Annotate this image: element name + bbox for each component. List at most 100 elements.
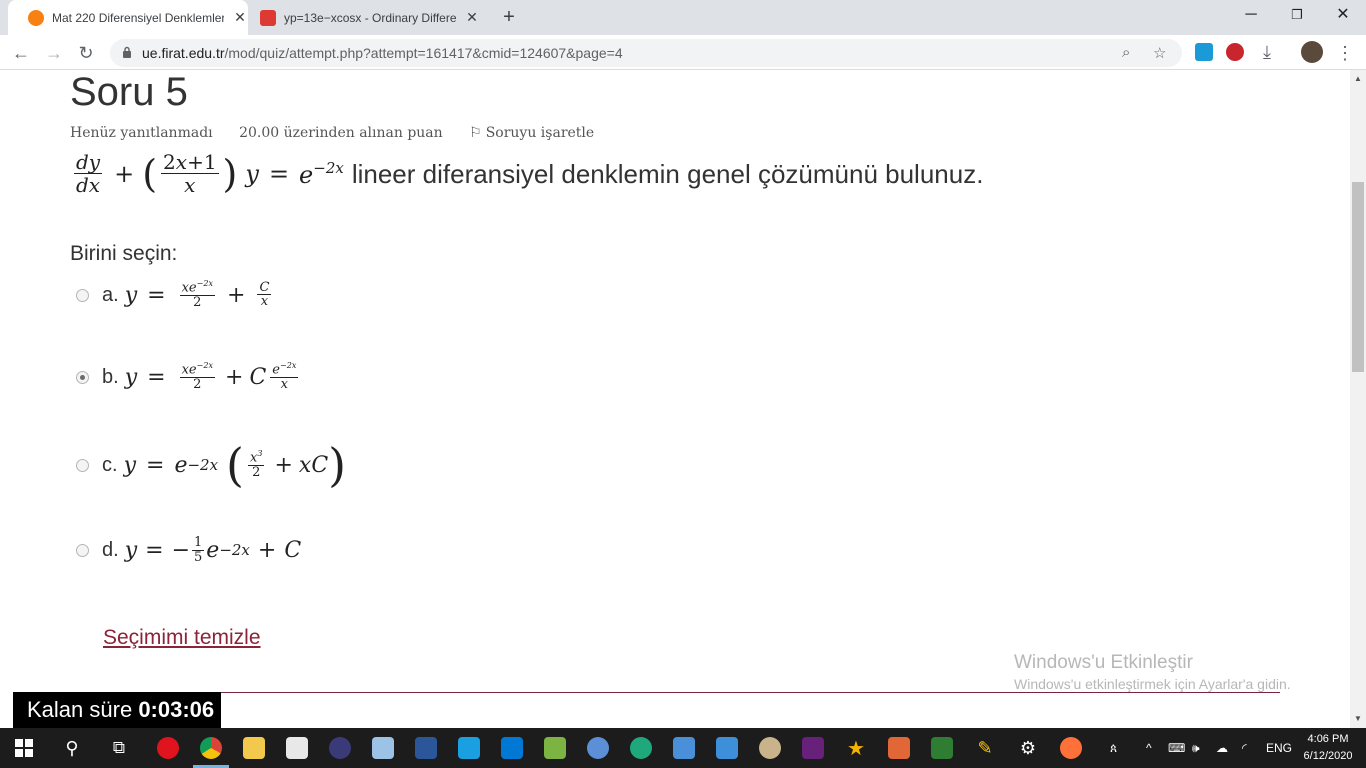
clock-date: 6/12/2020 xyxy=(1303,750,1353,762)
page-content: Soru 5 Henüz yanıtlanmadı 20.00 üzerinde… xyxy=(0,70,1350,728)
task-view-icon[interactable]: ⧉ xyxy=(105,734,133,762)
activation-watermark-title: Windows'u Etkinleştir xyxy=(1014,652,1193,673)
close-tab-icon[interactable]: ✕ xyxy=(464,9,480,26)
windows-start-icon[interactable] xyxy=(10,734,38,762)
option-d[interactable]: d. y = − 15 e −2x + C xyxy=(76,536,301,565)
option-label: d. xyxy=(102,538,119,561)
question-text: dy dx + ( 2x+1 x ) y = e−2x lineer diferan… xyxy=(70,146,983,202)
divider xyxy=(220,692,1280,693)
radio-d[interactable] xyxy=(76,543,89,557)
clear-selection-link[interactable]: Seçimimi temizle xyxy=(103,626,261,650)
symbolab-icon xyxy=(260,9,276,26)
question-number: Soru 5 xyxy=(70,70,188,114)
question-points: 20.00 üzerinden alınan puan xyxy=(239,125,443,141)
question-info: Henüz yanıtlanmadı 20.00 üzerinden alına… xyxy=(70,125,638,141)
matlab-icon[interactable] xyxy=(885,734,913,762)
question-equation: dy dx + ( 2x+1 x ) y = e−2x xyxy=(74,150,344,197)
chrome-icon[interactable] xyxy=(197,734,225,762)
flag-question-link[interactable]: ⚐ Soruyu işaretle xyxy=(469,125,616,141)
tab-symbolab[interactable]: yp=13e−xcosx - Ordinary Differe ✕ xyxy=(240,0,490,35)
app-cube-icon[interactable] xyxy=(369,734,397,762)
flag-icon: ⚐ xyxy=(469,125,482,141)
eclipse-icon[interactable] xyxy=(326,734,354,762)
option-a-formula: y = xe−2x 2 + Cx xyxy=(124,279,272,310)
file-explorer-icon[interactable] xyxy=(240,734,268,762)
close-window-icon[interactable]: ✕ xyxy=(1320,0,1366,32)
question-description: lineer diferansiyel denklemin genel çözü… xyxy=(351,158,984,189)
star-icon[interactable]: ★ xyxy=(842,734,870,762)
firefox-icon[interactable] xyxy=(1057,734,1085,762)
tab-moodle[interactable]: Mat 220 Diferensiyel Denklemler ✕ xyxy=(8,0,248,35)
browser-toolbar: ← → ↻ ue.firat.edu.tr/mod/quiz/attempt.p… xyxy=(0,35,1366,70)
system-clock[interactable]: 4:06 PM 6/12/2020 xyxy=(1296,731,1360,765)
question-status: Henüz yanıtlanmadı xyxy=(70,125,213,141)
option-b[interactable]: b. y = xe−2x 2 + C e−2x x xyxy=(76,361,302,392)
people-icon[interactable]: ጰ xyxy=(1110,728,1117,768)
option-d-formula: y = − 15 e −2x + C xyxy=(124,535,302,565)
input-language[interactable]: ENG xyxy=(1266,728,1292,768)
tab-title: Mat 220 Diferensiyel Denklemler xyxy=(52,10,224,25)
option-label: c. xyxy=(102,453,118,476)
option-b-formula: y = xe−2x 2 + C e−2x x xyxy=(124,361,299,392)
radio-a[interactable] xyxy=(76,288,89,302)
volume-icon[interactable]: 🕪 xyxy=(1192,728,1200,768)
timer-value: 0:03:06 xyxy=(138,697,215,722)
onedrive-cloud-icon[interactable]: ☁ xyxy=(1216,728,1228,768)
app-icon[interactable] xyxy=(455,734,483,762)
search-icon[interactable]: ⚲ xyxy=(58,734,86,762)
chevron-up-icon[interactable]: ^ xyxy=(1146,728,1152,768)
extension-icon[interactable] xyxy=(1195,43,1213,61)
minimize-icon[interactable]: ─ xyxy=(1228,0,1274,32)
extension-icon[interactable] xyxy=(1226,43,1244,61)
scroll-up-icon[interactable]: ▲ xyxy=(1354,74,1362,83)
option-label: b. xyxy=(102,365,119,388)
taskbar: ⚲ ⧉ ★ ✎ ⚙ ጰ ^ ⌨ 🕪 ☁ ◜ ENG 4:06 PM 6/12/2… xyxy=(0,728,1366,768)
option-a[interactable]: a. y = xe−2x 2 + Cx xyxy=(76,279,275,310)
clock-time: 4:06 PM xyxy=(1307,733,1349,745)
app-icon[interactable] xyxy=(670,734,698,762)
activation-watermark-text: Windows'u etkinleştirmek için Ayarlar'a … xyxy=(1014,676,1291,692)
keyboard-icon[interactable]: ⌨ xyxy=(1168,728,1185,768)
timer-label: Kalan süre xyxy=(27,697,133,722)
new-tab-button[interactable]: + xyxy=(498,7,520,29)
download-icon[interactable]: ⤓ xyxy=(1254,39,1280,65)
paint-icon[interactable] xyxy=(756,734,784,762)
reload-icon[interactable]: ↻ xyxy=(73,40,99,66)
tab-strip: Mat 220 Diferensiyel Denklemler ✕ yp=13e… xyxy=(0,0,1366,35)
avatar[interactable] xyxy=(1301,41,1323,63)
opera-icon[interactable] xyxy=(154,734,182,762)
moodle-icon xyxy=(28,9,44,26)
photos-icon[interactable] xyxy=(283,734,311,762)
page-scrollbar[interactable]: ▲ ▼ xyxy=(1350,70,1366,728)
bookmark-star-icon[interactable]: ☆ xyxy=(1153,44,1166,62)
back-icon[interactable]: ← xyxy=(8,40,34,66)
tab-title: yp=13e−xcosx - Ordinary Differe xyxy=(284,10,456,25)
camtasia-icon[interactable] xyxy=(928,734,956,762)
word-icon[interactable] xyxy=(412,734,440,762)
option-c-formula: y = e −2x ( x3 2 + xC ) xyxy=(123,438,347,492)
url-text: ue.firat.edu.tr/mod/quiz/attempt.php?att… xyxy=(142,45,623,61)
address-bar[interactable]: ue.firat.edu.tr/mod/quiz/attempt.php?att… xyxy=(110,39,1182,67)
menu-icon[interactable]: ⋮ xyxy=(1332,40,1358,66)
visual-studio-icon[interactable] xyxy=(799,734,827,762)
answer-prompt: Birini seçin: xyxy=(70,242,178,265)
scroll-down-icon[interactable]: ▼ xyxy=(1354,714,1362,723)
app-icon[interactable] xyxy=(541,734,569,762)
zoom-icon[interactable]: ⌕ xyxy=(1122,44,1130,61)
settings-gear-icon[interactable]: ⚙ xyxy=(1014,734,1042,762)
scrollbar-thumb[interactable] xyxy=(1352,182,1364,372)
app-icon[interactable] xyxy=(584,734,612,762)
option-label: a. xyxy=(102,283,119,306)
vscode-icon[interactable] xyxy=(498,734,526,762)
option-c[interactable]: c. y = e −2x ( x3 2 + xC ) xyxy=(76,442,346,488)
radio-b[interactable] xyxy=(76,370,89,384)
radio-c[interactable] xyxy=(76,458,89,472)
star-app-icon[interactable] xyxy=(713,734,741,762)
pencil-icon[interactable]: ✎ xyxy=(971,734,999,762)
restore-icon[interactable]: ❐ xyxy=(1274,0,1320,32)
lock-icon xyxy=(123,46,131,58)
edge-icon[interactable] xyxy=(627,734,655,762)
quiz-timer: Kalan süre 0:03:06 xyxy=(13,692,221,728)
wifi-icon[interactable]: ◜ xyxy=(1242,728,1247,768)
forward-icon[interactable]: → xyxy=(41,40,67,66)
